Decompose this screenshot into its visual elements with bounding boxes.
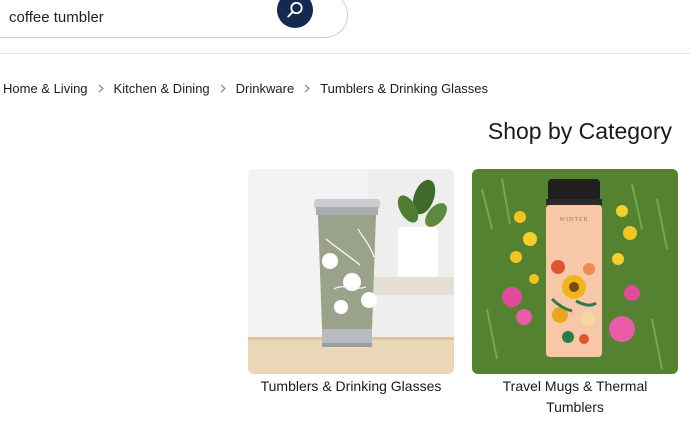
header-divider	[0, 53, 690, 54]
chevron-right-icon	[88, 84, 114, 93]
shop-by-category-title: Shop by Category	[487, 118, 672, 144]
travel-mug-photo[interactable]: WINTER	[472, 169, 678, 374]
search-input[interactable]	[9, 9, 289, 26]
breadcrumb-home-living[interactable]: Home & Living	[3, 81, 88, 96]
floral-tumbler-photo[interactable]	[248, 169, 454, 374]
chevron-right-icon	[210, 84, 236, 93]
chevron-right-icon	[294, 84, 320, 93]
breadcrumb-drinkware[interactable]: Drinkware	[236, 81, 295, 96]
category-label-tumblers[interactable]: Tumblers & Drinking Glasses	[248, 376, 454, 397]
search-icon	[287, 1, 303, 18]
category-label-travel-mugs[interactable]: Travel Mugs & Thermal Tumblers	[472, 376, 678, 418]
search-bar[interactable]	[0, 0, 348, 38]
category-card-travel-mugs[interactable]: WINTER Travel Mugs & Thermal Tumblers	[472, 169, 678, 418]
breadcrumb-tumblers-drinking-glasses[interactable]: Tumblers & Drinking Glasses	[320, 81, 488, 96]
category-card-tumblers[interactable]: Tumblers & Drinking Glasses	[248, 169, 454, 397]
mug-winter-text: WINTER	[559, 217, 588, 223]
breadcrumb-kitchen-dining[interactable]: Kitchen & Dining	[114, 81, 210, 96]
breadcrumb: Home & Living Kitchen & Dining Drinkware…	[3, 81, 488, 96]
